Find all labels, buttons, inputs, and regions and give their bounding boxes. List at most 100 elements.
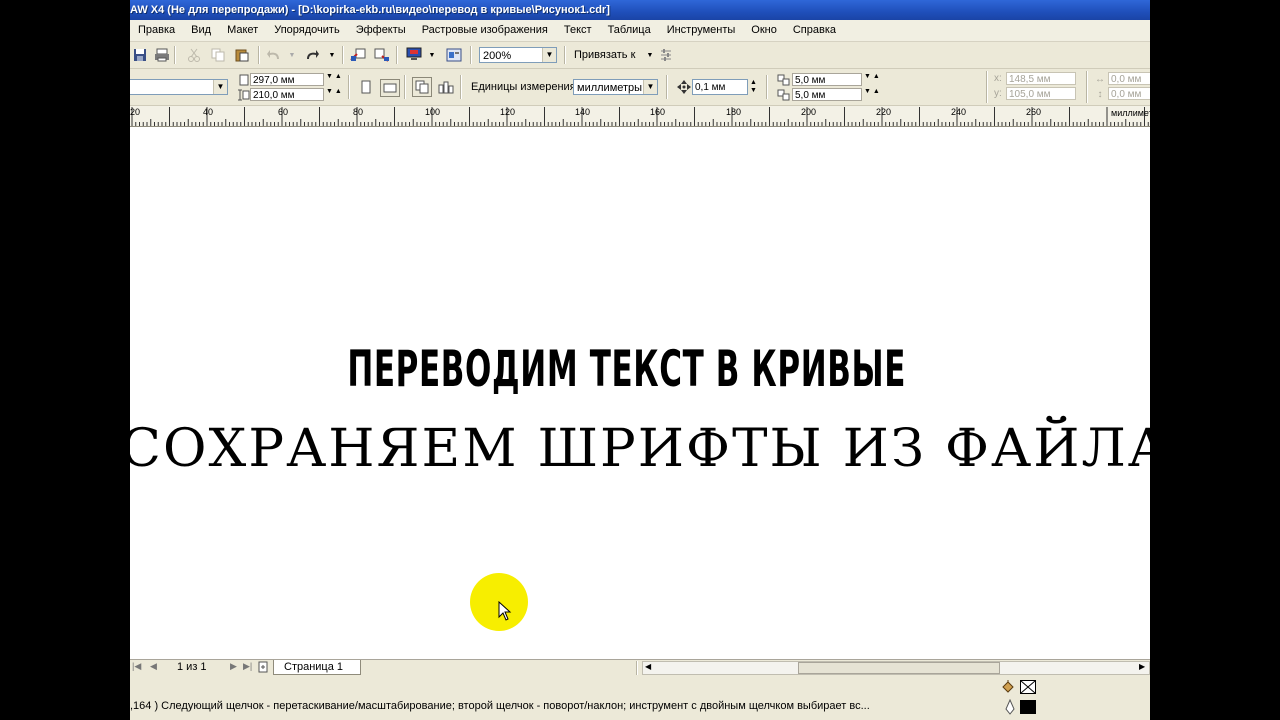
mouse-pointer-icon (498, 601, 512, 621)
page-navigator: |◀ ◀ 1 из 1 ▶ ▶| Страница 1 ◀ ▶ (130, 659, 1150, 677)
drawing-canvas[interactable]: ПЕРЕВОДИМ ТЕКСТ В КРИВЫЕ СОХРАНЯЕМ ШРИФТ… (130, 127, 1150, 659)
ruler-label-60: 60 (278, 107, 289, 117)
add-page-icon[interactable] (257, 661, 269, 673)
menu-effects[interactable]: Эффекты (348, 20, 414, 41)
undo-dropdown-icon[interactable]: ▼ (284, 47, 300, 63)
units-combo[interactable]: миллиметры ▼ (573, 79, 658, 95)
property-bar: ▼ 297,0 мм ▼ ▲ 210,0 мм ▼ ▲ Единицы изме… (130, 69, 1150, 106)
duplicate-x-spinner[interactable]: ▼ ▲ (864, 73, 880, 80)
canvas-text-line-1[interactable]: ПЕРЕВОДИМ ТЕКСТ В КРИВЫЕ (311, 340, 943, 398)
ruler-label-120: 120 (500, 107, 516, 117)
ruler-label-140: 140 (575, 107, 591, 117)
menu-layout[interactable]: Макет (219, 20, 266, 41)
zoom-combo[interactable]: 200% ▼ (479, 47, 557, 63)
nudge-icon (676, 79, 692, 95)
status-text: ,164 ) Следующий щелчок - перетаскивание… (130, 700, 870, 712)
ruler-label-40: 40 (203, 107, 214, 117)
height-icon: ↕ (1097, 88, 1103, 100)
menu-table[interactable]: Таблица (600, 20, 659, 41)
duplicate-x-field[interactable]: 5,0 мм (792, 73, 862, 86)
menu-bitmaps[interactable]: Растровые изображения (414, 20, 556, 41)
window-title: AW X4 (Не для перепродажи) - [D:\kopirka… (130, 4, 610, 16)
first-page-icon[interactable]: |◀ (132, 661, 141, 672)
nudge-field[interactable]: 0,1 мм (692, 79, 748, 95)
standard-toolbar: ▼ ▼ ▼ 200% ▼ Привязать к ▼ (130, 42, 1150, 69)
units-value: миллиметры (577, 82, 643, 94)
outline-pen-icon[interactable] (1002, 699, 1018, 715)
scrollbar-thumb[interactable] (798, 662, 1000, 674)
menu-bar: Правка Вид Макет Упорядочить Эффекты Рас… (130, 20, 1150, 42)
ruler-label-160: 160 (650, 107, 666, 117)
ruler-label-200: 200 (801, 107, 817, 117)
pos-x-label: x: (994, 73, 1002, 84)
pos-y-label: y: (994, 88, 1002, 99)
zoom-dropdown-icon[interactable]: ▼ (542, 48, 556, 62)
menu-window[interactable]: Окно (743, 20, 785, 41)
last-page-icon[interactable]: ▶| (243, 661, 252, 672)
application-launcher-icon[interactable] (406, 46, 422, 62)
snap-dropdown-icon[interactable]: ▼ (642, 47, 658, 63)
paste-icon[interactable] (234, 47, 250, 63)
menu-tools[interactable]: Инструменты (659, 20, 744, 41)
export-icon[interactable] (374, 47, 390, 63)
import-icon[interactable] (350, 47, 366, 63)
duplicate-y-spinner[interactable]: ▼ ▲ (864, 88, 880, 95)
outline-color-swatch[interactable] (1020, 700, 1036, 714)
current-page-icon[interactable] (438, 79, 454, 95)
redo-icon[interactable] (304, 47, 320, 63)
scroll-left-icon[interactable]: ◀ (645, 662, 651, 671)
page-height-field[interactable]: 210,0 мм (250, 88, 324, 101)
paper-size-dropdown-icon[interactable]: ▼ (213, 80, 227, 94)
cut-icon[interactable] (186, 47, 202, 63)
options-icon[interactable] (658, 47, 674, 63)
status-bar: ,164 ) Следующий щелчок - перетаскивание… (130, 677, 1150, 720)
redo-dropdown-icon[interactable]: ▼ (324, 47, 340, 63)
ruler-label-260: 260 (1026, 107, 1042, 117)
menu-view[interactable]: Вид (183, 20, 219, 41)
nudge-spinner[interactable]: ▲ ▼ (750, 79, 757, 95)
scroll-right-icon[interactable]: ▶ (1139, 662, 1145, 671)
launcher-dropdown-icon[interactable]: ▼ (424, 47, 440, 63)
ruler-label-100: 100 (425, 107, 441, 117)
menu-help[interactable]: Справка (785, 20, 844, 41)
prev-page-icon[interactable]: ◀ (150, 661, 157, 672)
copy-icon[interactable] (210, 47, 226, 63)
next-page-icon[interactable]: ▶ (230, 661, 237, 672)
duplicate-y-field[interactable]: 5,0 мм (792, 88, 862, 101)
print-icon[interactable] (154, 47, 170, 63)
canvas-text-line-2[interactable]: СОХРАНЯЕМ ШРИФТЫ ИЗ ФАЙЛА (130, 419, 1150, 479)
menu-text[interactable]: Текст (556, 20, 600, 41)
menu-edit[interactable]: Правка (130, 20, 183, 41)
all-pages-icon[interactable] (412, 77, 432, 97)
units-dropdown-icon[interactable]: ▼ (643, 80, 657, 94)
fill-icon[interactable] (1000, 679, 1016, 695)
ruler-label-180: 180 (726, 107, 742, 117)
snap-to-label[interactable]: Привязать к (574, 49, 635, 61)
horizontal-ruler[interactable]: 20 40 60 80 100 120 140 160 180 200 220 … (130, 106, 1150, 127)
size-height-field[interactable]: 0,0 мм (1108, 87, 1150, 100)
save-icon[interactable] (132, 47, 148, 63)
paper-size-combo[interactable]: ▼ (130, 79, 228, 95)
no-fill-swatch[interactable] (1020, 680, 1036, 694)
horizontal-scrollbar[interactable]: ◀ ▶ (642, 661, 1150, 675)
page-counter: 1 из 1 (177, 661, 207, 673)
pos-x-field[interactable]: 148,5 мм (1006, 72, 1076, 85)
title-bar: AW X4 (Не для перепродажи) - [D:\kopirka… (130, 0, 1150, 20)
units-label: Единицы измерения: (471, 81, 579, 93)
page-width-spinner[interactable]: ▼ ▲ (326, 73, 342, 80)
ruler-label-20: 20 (130, 107, 141, 117)
landscape-icon[interactable] (380, 79, 400, 97)
welcome-screen-icon[interactable] (446, 47, 462, 63)
size-width-field[interactable]: 0,0 мм (1108, 72, 1150, 85)
pos-y-field[interactable]: 105,0 мм (1006, 87, 1076, 100)
zoom-value: 200% (483, 50, 512, 62)
page-height-spinner[interactable]: ▼ ▲ (326, 88, 342, 95)
undo-icon[interactable] (266, 47, 282, 63)
ruler-label-220: 220 (876, 107, 892, 117)
page-width-field[interactable]: 297,0 мм (250, 73, 324, 86)
ruler-label-240: 240 (951, 107, 967, 117)
page-tab-1[interactable]: Страница 1 (273, 660, 361, 675)
menu-arrange[interactable]: Упорядочить (266, 20, 347, 41)
portrait-icon[interactable] (358, 79, 374, 95)
coreldraw-window: AW X4 (Не для перепродажи) - [D:\kopirka… (130, 0, 1150, 720)
